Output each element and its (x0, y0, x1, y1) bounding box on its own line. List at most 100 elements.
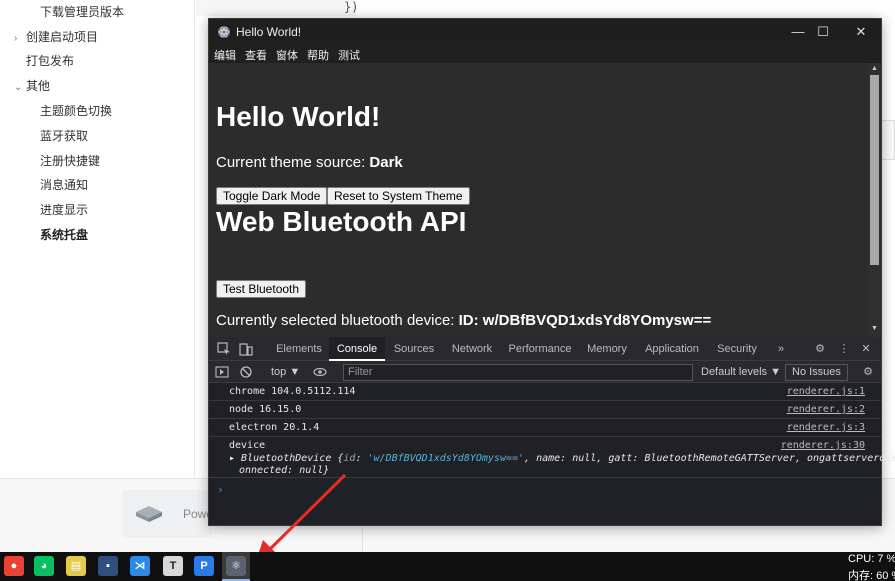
log-source-link[interactable]: renderer.js:30 (781, 440, 865, 451)
console-filter-input[interactable]: Filter (343, 364, 693, 381)
tab-application[interactable]: Application (637, 337, 707, 361)
maximize-button[interactable]: ☐ (803, 19, 843, 45)
electron-window: Hello World! — ☐ ✕ 编辑 查看 窗体 帮助 测试 Hello … (208, 18, 895, 526)
wechat-icon[interactable]: ◕ (34, 556, 54, 576)
console-log-row: node 16.15.0 renderer.js:2 (209, 401, 881, 419)
notepad-icon[interactable]: ▤ (66, 556, 86, 576)
cpu-usage: CPU: 7 % (848, 553, 895, 565)
sidebar-item-label: 蓝牙获取 (40, 129, 89, 143)
content-scrollbar[interactable]: ▲ ▼ (868, 63, 881, 337)
sidebar-item-theme-color[interactable]: 主题颜色切换 (40, 100, 112, 122)
close-button[interactable]: ✕ (841, 19, 881, 45)
eye-icon[interactable] (313, 365, 327, 379)
typora-icon[interactable]: T (163, 556, 183, 576)
title-bar[interactable]: Hello World! — ☐ ✕ (209, 19, 881, 45)
clear-console-icon[interactable] (239, 365, 253, 379)
more-tabs-button[interactable]: » (771, 337, 791, 361)
menu-bar: 编辑 查看 窗体 帮助 测试 (209, 45, 881, 63)
object-id-key: id (343, 453, 356, 464)
tab-console[interactable]: Console (329, 337, 385, 361)
heading-hello-world: Hello World! (216, 101, 381, 132)
menu-test[interactable]: 测试 (338, 47, 360, 63)
electron-logo-icon (218, 26, 230, 38)
sidebar-item-label: 消息通知 (40, 178, 89, 192)
sidebar-item-label: 下载管理员版本 (40, 5, 125, 19)
bluetooth-device-text: Currently selected bluetooth device: ID:… (216, 312, 711, 329)
object-type: BluetoothDevice (241, 453, 332, 464)
scroll-up-icon[interactable]: ▲ (870, 65, 879, 73)
toggle-dark-mode-button[interactable]: Toggle Dark Mode (216, 187, 328, 205)
sidebar-item-label: 系统托盘 (40, 228, 89, 242)
electron-icon[interactable]: ⚛ (226, 556, 246, 576)
theme-source-value: Dark (369, 154, 403, 171)
close-devtools-icon[interactable]: ✕ (859, 342, 873, 356)
sidebar-item-label: 注册快捷键 (40, 154, 101, 168)
more-options-icon[interactable]: ⋮ (837, 342, 851, 356)
bluetooth-device-object[interactable]: ▸ BluetoothDevice {id: 'w/DBfBVQD1xdsYd8… (229, 453, 895, 464)
menu-view[interactable]: 查看 (245, 47, 267, 63)
memory-usage: 内存: 60 % (848, 570, 895, 581)
tab-performance[interactable]: Performance (503, 337, 577, 361)
scroll-down-icon[interactable]: ▼ (870, 325, 879, 333)
console-prompt[interactable]: › (217, 483, 224, 496)
context-select[interactable]: top ▼ (271, 364, 300, 380)
sidebar-item-download-admin[interactable]: 下载管理员版本 (40, 1, 124, 23)
test-bluetooth-button[interactable]: Test Bluetooth (216, 280, 307, 298)
sidebar-item-progress[interactable]: 进度显示 (40, 199, 88, 221)
log-source-link[interactable]: renderer.js:3 (787, 422, 865, 433)
theme-source-label: Current theme source: (216, 154, 370, 171)
tab-network[interactable]: Network (443, 337, 501, 361)
log-source-link[interactable]: renderer.js:2 (787, 404, 865, 415)
reset-theme-button[interactable]: Reset to System Theme (327, 187, 470, 205)
sidebar-item-bluetooth[interactable]: 蓝牙获取 (40, 125, 88, 147)
console-settings-gear-icon[interactable]: ⚙ (861, 365, 875, 379)
page-content: Hello World! Current theme source: Dark … (209, 63, 868, 337)
sidebar-item-label: 主题颜色切换 (40, 104, 113, 118)
sidebar-item-label: 进度显示 (40, 203, 89, 217)
menu-edit[interactable]: 编辑 (214, 47, 236, 63)
log-message: electron 20.1.4 (229, 422, 320, 433)
issues-button[interactable]: No Issues (785, 364, 848, 381)
sidebar-item-tray[interactable]: 系统托盘 (40, 224, 88, 246)
log-levels-select[interactable]: Default levels ▼ (701, 364, 781, 380)
sidebar-item-other[interactable]: ⌄ 其他 (14, 75, 50, 97)
tab-security[interactable]: Security (711, 337, 763, 361)
scroll-thumb[interactable] (870, 75, 879, 265)
sidebar-item-shortcut[interactable]: 注册快捷键 (40, 150, 100, 172)
tab-sources[interactable]: Sources (387, 337, 441, 361)
p-app-icon[interactable]: P (194, 556, 214, 576)
taskbar: ● ◕ ▤ ▪ ⋊ TP ⚛ CPU: 7 % 内存: 60 % (0, 552, 895, 581)
console-log-row: chrome 104.0.5112.114 renderer.js:1 (209, 383, 881, 401)
tab-elements[interactable]: Elements (269, 337, 329, 361)
settings-gear-icon[interactable]: ⚙ (813, 342, 827, 356)
theme-source-text: Current theme source: Dark (216, 154, 403, 171)
chrome-icon[interactable]: ● (4, 556, 24, 576)
sidebar-item-package[interactable]: 打包发布 (26, 50, 74, 72)
sidebar-item-label: 打包发布 (26, 54, 75, 68)
app-icon[interactable]: ▪ (98, 556, 118, 576)
device-toolbar-icon[interactable] (239, 342, 253, 356)
vscode-icon[interactable]: ⋊ (130, 556, 150, 576)
menu-help[interactable]: 帮助 (307, 47, 329, 63)
device-value: ID: w/DBfBVQD1xdsYd8YOmysw== (458, 312, 712, 329)
code-snippet: }) (196, 0, 358, 16)
console-toolbar: top ▼ Filter Default levels ▼ No Issues … (209, 361, 881, 383)
sidebar-toggle-icon[interactable] (215, 365, 229, 379)
tab-memory[interactable]: Memory (581, 337, 633, 361)
log-source-link[interactable]: renderer.js:1 (787, 386, 865, 397)
log-message: device (229, 440, 266, 451)
sidebar-item-label: 其他 (26, 79, 51, 93)
sidebar-item-label: 创建启动项目 (26, 30, 99, 44)
right-panel-edge (880, 120, 895, 160)
device-label: Currently selected bluetooth device: (216, 312, 459, 329)
devtools-tabbar: Elements Console Sources Network Perform… (209, 337, 881, 361)
console-log-row: electron 20.1.4 renderer.js:3 (209, 419, 881, 437)
power-card[interactable]: Powe (122, 490, 213, 538)
chevron-down-icon: ⌄ (14, 82, 23, 93)
menu-window[interactable]: 窗体 (276, 47, 298, 63)
inspect-icon[interactable] (217, 342, 231, 356)
sidebar-item-create-project[interactable]: › 创建启动项目 (14, 26, 98, 48)
object-rest: , name: null, gatt: BluetoothRemoteGATTS… (524, 453, 895, 464)
sidebar-item-notification[interactable]: 消息通知 (40, 174, 88, 196)
expand-triangle-icon[interactable]: ▸ (229, 453, 241, 464)
